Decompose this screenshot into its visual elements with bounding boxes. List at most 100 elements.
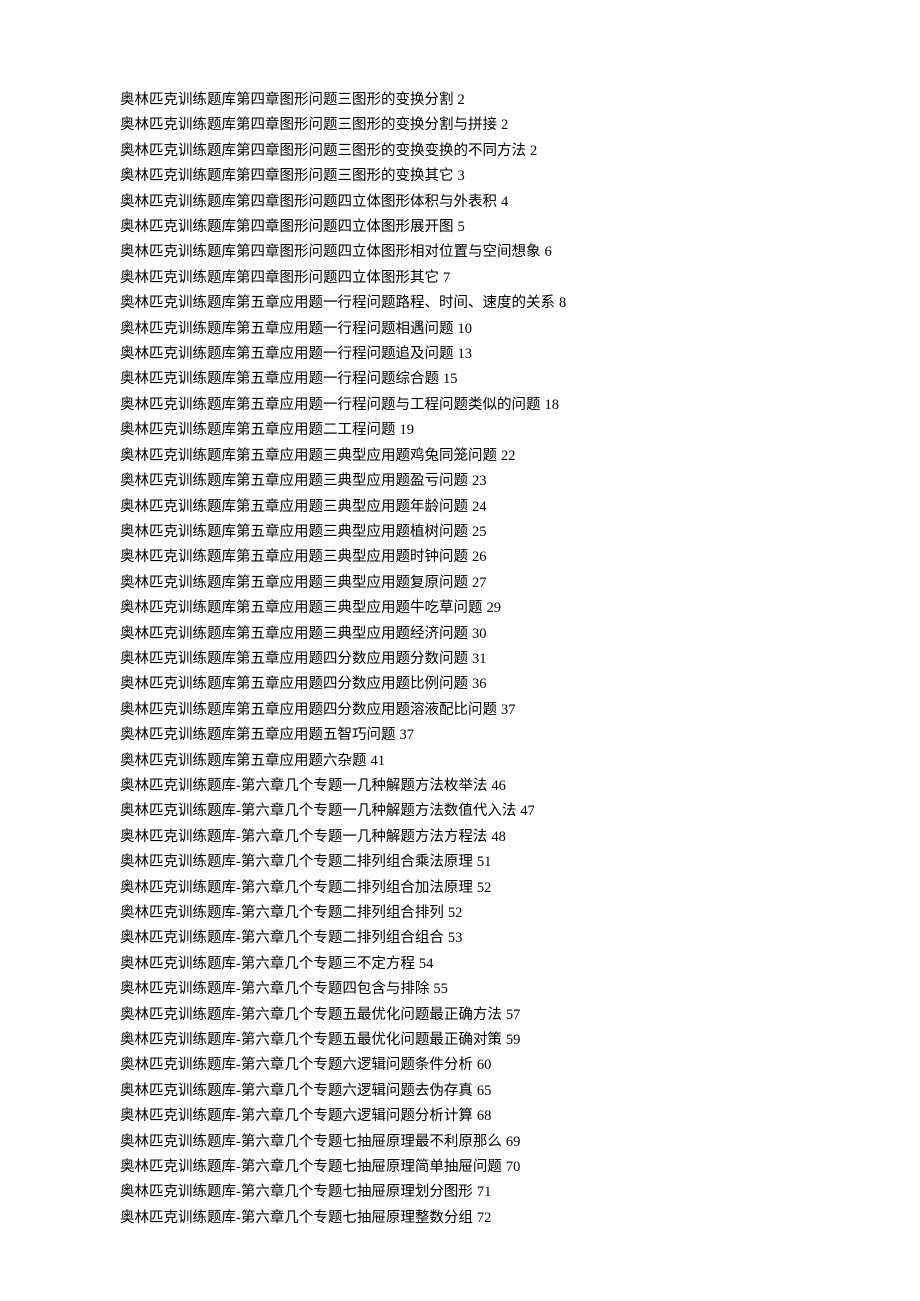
toc-entry-title: 奥林匹克训练题库-第六章几个专题一几种解题方法数值代入法: [120, 803, 516, 819]
toc-entry-title: 奥林匹克训练题库第五章应用题一行程问题追及问题: [120, 346, 454, 362]
toc-entry-title: 奥林匹克训练题库-第六章几个专题二排列组合加法原理: [120, 880, 473, 896]
toc-entry-title: 奥林匹克训练题库-第六章几个专题六逻辑问题分析计算: [120, 1108, 473, 1124]
toc-entry: 奥林匹克训练题库第五章应用题二工程问题19: [120, 418, 800, 443]
toc-entry-title: 奥林匹克训练题库第五章应用题二工程问题: [120, 422, 396, 438]
toc-entry-title: 奥林匹克训练题库第四章图形问题四立体图形其它: [120, 270, 439, 286]
toc-entry: 奥林匹克训练题库第四章图形问题四立体图形其它7: [120, 266, 800, 291]
toc-entry-page: 47: [520, 803, 535, 819]
toc-entry-title: 奥林匹克训练题库第五章应用题三典型应用题植树问题: [120, 524, 468, 540]
toc-entry-page: 72: [477, 1210, 492, 1226]
toc-entry: 奥林匹克训练题库第五章应用题一行程问题追及问题13: [120, 342, 800, 367]
toc-entry: 奥林匹克训练题库第五章应用题三典型应用题经济问题30: [120, 622, 800, 647]
toc-entry: 奥林匹克训练题库-第六章几个专题六逻辑问题分析计算68: [120, 1104, 800, 1129]
toc-entry: 奥林匹克训练题库第四章图形问题四立体图形相对位置与空间想象6: [120, 240, 800, 265]
toc-entry-page: 3: [458, 168, 465, 184]
toc-entry-page: 19: [400, 422, 415, 438]
toc-entry-page: 52: [448, 905, 463, 921]
toc-entry-title: 奥林匹克训练题库第五章应用题三典型应用题鸡兔同笼问题: [120, 448, 497, 464]
toc-entry-title: 奥林匹克训练题库-第六章几个专题一几种解题方法枚举法: [120, 778, 487, 794]
toc-entry-title: 奥林匹克训练题库-第六章几个专题二排列组合排列: [120, 905, 444, 921]
toc-entry-page: 68: [477, 1108, 492, 1124]
toc-entry-title: 奥林匹克训练题库-第六章几个专题七抽屉原理简单抽屉问题: [120, 1159, 502, 1175]
toc-entry-title: 奥林匹克训练题库第四章图形问题三图形的变换变换的不同方法: [120, 143, 526, 159]
toc-entry-page: 48: [491, 829, 506, 845]
toc-entry-title: 奥林匹克训练题库第四章图形问题三图形的变换分割: [120, 92, 454, 108]
toc-entry: 奥林匹克训练题库第五章应用题四分数应用题比例问题36: [120, 672, 800, 697]
toc-entry: 奥林匹克训练题库-第六章几个专题二排列组合乘法原理51: [120, 850, 800, 875]
toc-entry-title: 奥林匹克训练题库第四章图形问题三图形的变换其它: [120, 168, 454, 184]
toc-entry: 奥林匹克训练题库第四章图形问题三图形的变换其它3: [120, 164, 800, 189]
toc-entry-title: 奥林匹克训练题库第四章图形问题三图形的变换分割与拼接: [120, 117, 497, 133]
toc-entry-title: 奥林匹克训练题库第五章应用题六杂题: [120, 753, 367, 769]
toc-entry-page: 15: [443, 371, 458, 387]
toc-entry-title: 奥林匹克训练题库-第六章几个专题七抽屉原理最不利原那么: [120, 1134, 502, 1150]
toc-entry-page: 18: [545, 397, 560, 413]
toc-entry-title: 奥林匹克训练题库-第六章几个专题七抽屉原理划分图形: [120, 1184, 473, 1200]
toc-entry-title: 奥林匹克训练题库第五章应用题一行程问题综合题: [120, 371, 439, 387]
toc-entry-title: 奥林匹克训练题库-第六章几个专题二排列组合乘法原理: [120, 854, 473, 870]
toc-entry: 奥林匹克训练题库第五章应用题四分数应用题分数问题31: [120, 647, 800, 672]
toc-entry-title: 奥林匹克训练题库第五章应用题三典型应用题盈亏问题: [120, 473, 468, 489]
toc-entry-title: 奥林匹克训练题库-第六章几个专题六逻辑问题条件分析: [120, 1057, 473, 1073]
toc-entry-title: 奥林匹克训练题库-第六章几个专题四包含与排除: [120, 981, 429, 997]
toc-entry-page: 46: [491, 778, 506, 794]
toc-entry: 奥林匹克训练题库第四章图形问题四立体图形体积与外表积4: [120, 190, 800, 215]
toc-entry: 奥林匹克训练题库-第六章几个专题六逻辑问题去伪存真65: [120, 1079, 800, 1104]
toc-entry: 奥林匹克训练题库第五章应用题三典型应用题鸡兔同笼问题22: [120, 444, 800, 469]
toc-entry-page: 8: [559, 295, 566, 311]
toc-entry-page: 22: [501, 448, 516, 464]
toc-entry-page: 37: [501, 702, 516, 718]
toc-entry-page: 6: [545, 244, 552, 260]
toc-entry-title: 奥林匹克训练题库第五章应用题五智巧问题: [120, 727, 396, 743]
toc-entry-page: 5: [458, 219, 465, 235]
toc-entry-page: 52: [477, 880, 492, 896]
toc-entry: 奥林匹克训练题库-第六章几个专题七抽屉原理划分图形71: [120, 1180, 800, 1205]
toc-entry-title: 奥林匹克训练题库-第六章几个专题二排列组合组合: [120, 930, 444, 946]
toc-entry: 奥林匹克训练题库-第六章几个专题五最优化问题最正确对策59: [120, 1028, 800, 1053]
toc-entry-title: 奥林匹克训练题库第四章图形问题四立体图形展开图: [120, 219, 454, 235]
toc-entry: 奥林匹克训练题库第五章应用题四分数应用题溶液配比问题37: [120, 698, 800, 723]
toc-entry-page: 13: [458, 346, 473, 362]
toc-entry-title: 奥林匹克训练题库-第六章几个专题三不定方程: [120, 956, 415, 972]
toc-entry-page: 41: [371, 753, 386, 769]
toc-entry-page: 2: [501, 117, 508, 133]
toc-entry-page: 53: [448, 930, 463, 946]
toc-entry-page: 4: [501, 194, 508, 210]
toc-entry: 奥林匹克训练题库第五章应用题六杂题41: [120, 749, 800, 774]
toc-entry-title: 奥林匹克训练题库-第六章几个专题五最优化问题最正确方法: [120, 1007, 502, 1023]
toc-entry: 奥林匹克训练题库-第六章几个专题二排列组合排列52: [120, 901, 800, 926]
toc-entry: 奥林匹克训练题库-第六章几个专题七抽屉原理简单抽屉问题70: [120, 1155, 800, 1180]
toc-entry: 奥林匹克训练题库第五章应用题三典型应用题盈亏问题23: [120, 469, 800, 494]
toc-entry-page: 25: [472, 524, 487, 540]
toc-entry-title: 奥林匹克训练题库第五章应用题四分数应用题分数问题: [120, 651, 468, 667]
toc-entry: 奥林匹克训练题库-第六章几个专题三不定方程54: [120, 952, 800, 977]
toc-entry-page: 31: [472, 651, 487, 667]
toc-entry-page: 7: [443, 270, 450, 286]
toc-entry: 奥林匹克训练题库-第六章几个专题七抽屉原理整数分组72: [120, 1206, 800, 1231]
toc-entry-title: 奥林匹克训练题库第五章应用题一行程问题相遇问题: [120, 321, 454, 337]
toc-entry-page: 30: [472, 626, 487, 642]
toc-entry-page: 54: [419, 956, 434, 972]
toc-entry: 奥林匹克训练题库第四章图形问题三图形的变换变换的不同方法2: [120, 139, 800, 164]
toc-entry-title: 奥林匹克训练题库第五章应用题四分数应用题溶液配比问题: [120, 702, 497, 718]
toc-entry: 奥林匹克训练题库第五章应用题一行程问题相遇问题10: [120, 317, 800, 342]
toc-entry-title: 奥林匹克训练题库第五章应用题三典型应用题时钟问题: [120, 549, 468, 565]
toc-entry-title: 奥林匹克训练题库-第六章几个专题五最优化问题最正确对策: [120, 1032, 502, 1048]
toc-entry: 奥林匹克训练题库第四章图形问题三图形的变换分割与拼接2: [120, 113, 800, 138]
toc-entry-page: 2: [530, 143, 537, 159]
toc-entry: 奥林匹克训练题库-第六章几个专题四包含与排除55: [120, 977, 800, 1002]
toc-entry-title: 奥林匹克训练题库第五章应用题一行程问题与工程问题类似的问题: [120, 397, 541, 413]
toc-entry-page: 70: [506, 1159, 521, 1175]
toc-entry: 奥林匹克训练题库-第六章几个专题二排列组合加法原理52: [120, 876, 800, 901]
toc-entry-title: 奥林匹克训练题库-第六章几个专题一几种解题方法方程法: [120, 829, 487, 845]
toc-entry-page: 36: [472, 676, 487, 692]
toc-entry-title: 奥林匹克训练题库-第六章几个专题七抽屉原理整数分组: [120, 1210, 473, 1226]
toc-entry-title: 奥林匹克训练题库第五章应用题三典型应用题年龄问题: [120, 499, 468, 515]
toc-entry-title: 奥林匹克训练题库第四章图形问题四立体图形相对位置与空间想象: [120, 244, 541, 260]
toc-entry-title: 奥林匹克训练题库第五章应用题三典型应用题复原问题: [120, 575, 468, 591]
toc-entry: 奥林匹克训练题库-第六章几个专题一几种解题方法数值代入法47: [120, 799, 800, 824]
toc-entry: 奥林匹克训练题库第五章应用题三典型应用题植树问题25: [120, 520, 800, 545]
toc-entry-page: 24: [472, 499, 487, 515]
toc-entry: 奥林匹克训练题库第五章应用题三典型应用题牛吃草问题29: [120, 596, 800, 621]
toc-entry-page: 65: [477, 1083, 492, 1099]
